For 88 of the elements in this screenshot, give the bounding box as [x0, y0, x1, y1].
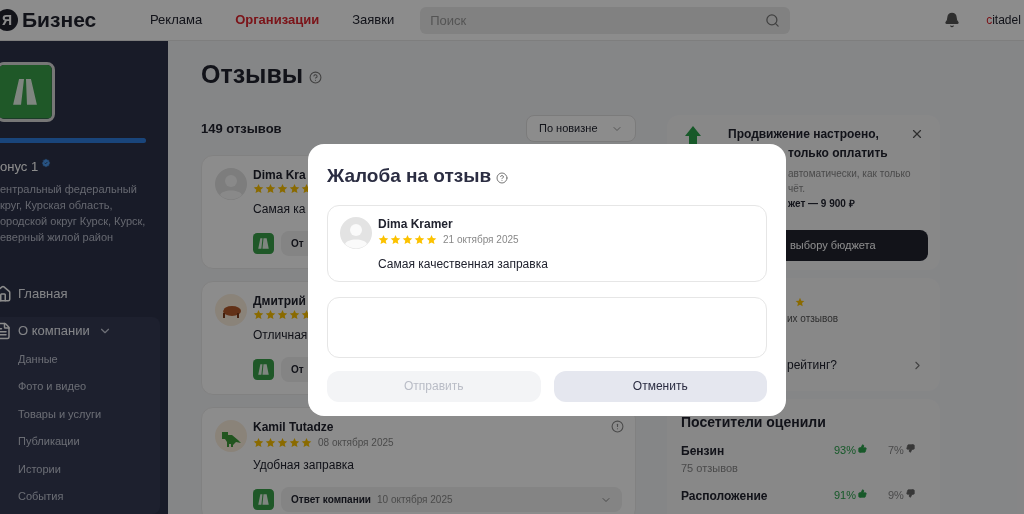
thumbs-down-icon [905, 444, 915, 453]
address-line: круг, Курская область, [0, 198, 114, 213]
star-icon [289, 183, 300, 194]
promo-title-line: только оплатить [788, 145, 889, 162]
dialog-title: Жалоба на отзыв [327, 164, 492, 188]
sidebar-item[interactable]: Главная [18, 284, 68, 304]
star-icon [378, 233, 389, 245]
thumbs-up-icon [858, 444, 868, 453]
dialog-button[interactable]: Отменить [553, 370, 767, 402]
review-author: Kamil Tutadze [253, 420, 335, 435]
star-icon [289, 437, 300, 448]
star-icon [277, 183, 288, 194]
star-icon [402, 233, 413, 245]
star-icon [265, 437, 276, 448]
user-login[interactable]: citadel [986, 11, 1021, 29]
reviews-count: 149 отзывов [201, 119, 282, 138]
sort-dropdown[interactable]: По новизне [526, 115, 636, 142]
star-icon [426, 233, 437, 245]
address-line: ородской округ Курск, Курск, [0, 214, 147, 229]
star-icon [253, 183, 264, 194]
close-icon[interactable] [910, 127, 924, 141]
positive-percent: 93% [834, 443, 857, 458]
sidebar-item[interactable]: О компании [18, 321, 90, 341]
nav-tab[interactable]: Реклама [150, 10, 203, 30]
star-icon [253, 437, 264, 448]
reply-label: От [291, 363, 304, 377]
rating-link[interactable]: рейтинг? [787, 356, 837, 374]
nav-tab[interactable]: Организации [235, 10, 320, 30]
review-author: Dima Kra [253, 168, 307, 183]
star-icon [253, 309, 264, 320]
company-logo-icon [253, 489, 274, 510]
criterion-name: Бензин [681, 443, 726, 460]
review-date: 21 октября 2025 [443, 232, 519, 247]
logo-mark: Я [0, 9, 18, 31]
promo-budget: жет — 9 900 ₽ [788, 197, 856, 211]
search-icon [765, 12, 781, 28]
positive-percent: 91% [834, 487, 857, 503]
visitors-title: Посетители оценили [681, 413, 827, 432]
rating-reviews-text: их отзывов [787, 312, 840, 326]
company-logo [0, 62, 55, 122]
reply-label: От [291, 237, 304, 251]
review-text: Самая ка [253, 201, 307, 218]
review-text: Отличная [253, 327, 309, 344]
star-icon [277, 437, 288, 448]
criterion-name: Расположение [681, 487, 769, 505]
bell-icon[interactable] [944, 12, 961, 28]
star-icon [289, 309, 300, 320]
company-logo-icon [253, 233, 274, 254]
company-logo-icon [253, 359, 274, 380]
star-icon [390, 233, 401, 245]
company-name: онус 1 [0, 157, 39, 176]
help-icon[interactable] [496, 171, 509, 184]
help-icon[interactable] [309, 70, 323, 84]
report-icon[interactable] [611, 420, 624, 433]
star-icon [414, 233, 425, 245]
star-icon [265, 183, 276, 194]
nav-tab[interactable]: Заявки [352, 10, 395, 30]
promo-title-line: Продвижение настроено, [728, 126, 880, 143]
review-date: 08 октября 2025 [318, 436, 394, 450]
review-author: Дмитрий [253, 294, 307, 309]
star-icon [795, 297, 805, 307]
promo-text-line: автоматически, как только [788, 167, 911, 181]
sidebar-subitem[interactable]: Товары и услуги [0, 400, 160, 428]
complaint-field[interactable] [327, 296, 767, 358]
address-line: еверный жилой район [0, 230, 115, 245]
thumbs-down-icon [905, 488, 915, 498]
avatar-icon [340, 216, 372, 249]
review-author: Dima Kramer [378, 216, 454, 232]
page-title: Отзывы [201, 59, 304, 91]
sidebar-subitem[interactable]: Данные [0, 345, 160, 373]
address-line: ентральный федеральный [0, 182, 138, 197]
thumbs-up-icon [858, 488, 868, 498]
sidebar-subitem[interactable]: Фото и видео [0, 372, 160, 400]
negative-percent: 7% [888, 443, 904, 458]
negative-percent: 9% [888, 487, 904, 503]
review-text: Самая качественная заправка [378, 255, 548, 273]
promo-text-line: чёт. [788, 182, 807, 196]
reply-label: Ответ компании [291, 493, 371, 507]
sidebar-subitem[interactable]: Публикации [0, 427, 160, 455]
dinosaur-avatar-icon [215, 420, 247, 452]
logo-text: Бизнес [22, 7, 97, 34]
star-icon [265, 309, 276, 320]
star-icon [301, 437, 312, 448]
criterion-count: 75 отзывов [681, 461, 739, 476]
sidebar-subitem[interactable]: Истории [0, 455, 160, 483]
star-icon [277, 309, 288, 320]
review-text: Удобная заправка [253, 457, 355, 474]
sidebar-subitem[interactable]: События [0, 482, 160, 510]
